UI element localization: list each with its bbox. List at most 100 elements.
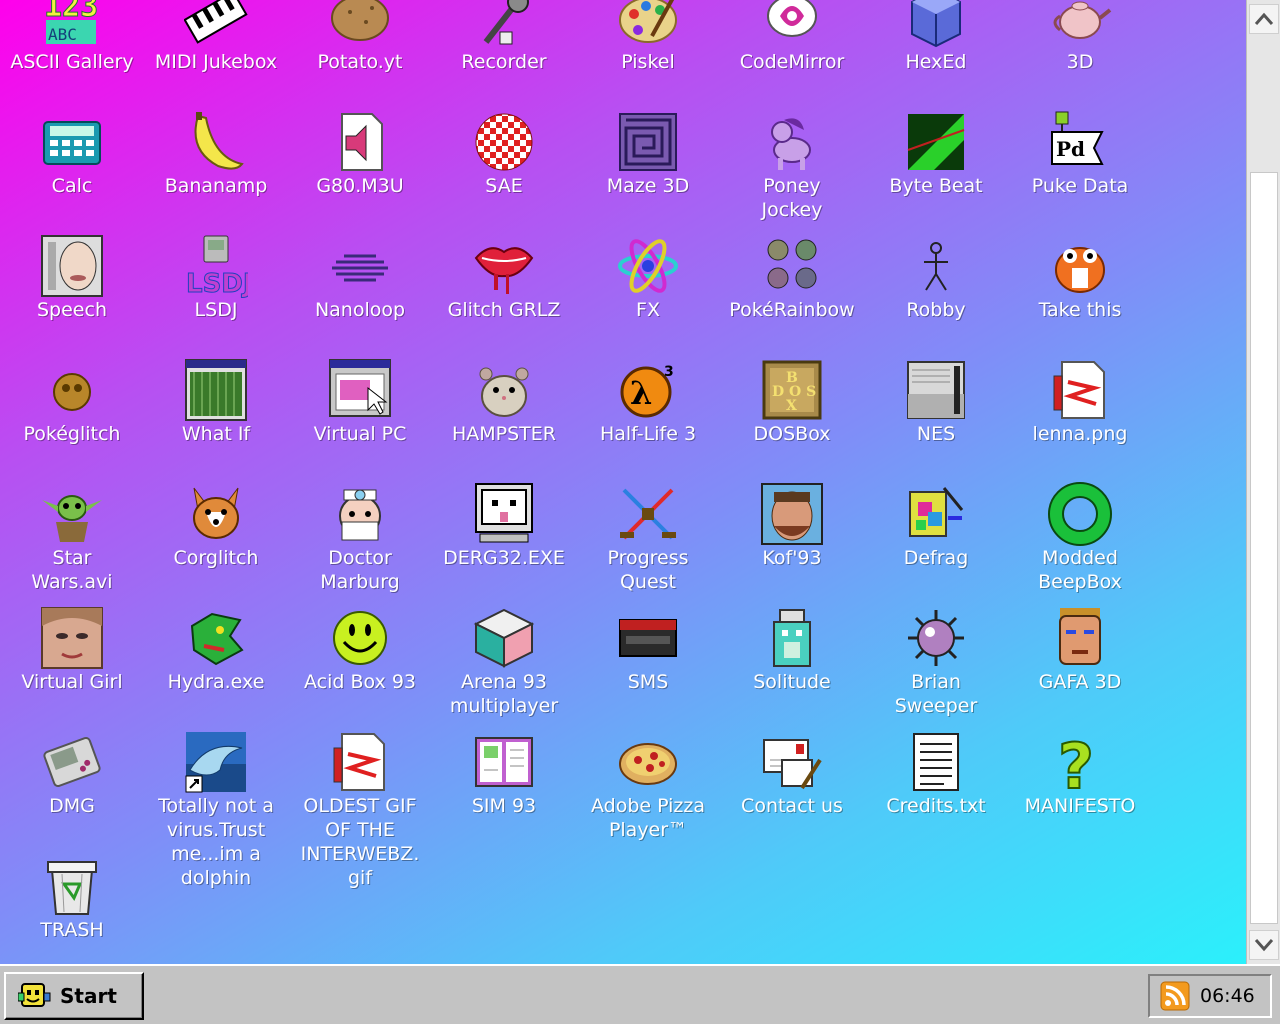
corgi-icon bbox=[184, 482, 248, 546]
desktop-icon[interactable]: Virtual PC bbox=[288, 358, 432, 446]
desktop-icon[interactable]: HexEd bbox=[864, 0, 1008, 74]
defrag-icon bbox=[904, 482, 968, 546]
desktop-icon-label: Acid Box 93 bbox=[303, 671, 417, 693]
rss-icon[interactable] bbox=[1160, 981, 1190, 1011]
desktop-icon[interactable]: Poney Jockey bbox=[720, 110, 864, 222]
desktop-icon[interactable]: Bananamp bbox=[144, 110, 288, 198]
midi-jukebox-icon bbox=[184, 0, 248, 50]
derg-computer-icon bbox=[472, 482, 536, 546]
start-button[interactable]: Start bbox=[4, 972, 144, 1020]
desktop-icon[interactable]: Maze 3D bbox=[576, 110, 720, 198]
desktop-icon[interactable]: NES bbox=[864, 358, 1008, 446]
desktop-icon[interactable]: λ 3 Half-Life 3 bbox=[576, 358, 720, 446]
desktop-icon-label: Credits.txt bbox=[886, 795, 986, 817]
desktop-icon[interactable]: Pokéglitch bbox=[0, 358, 144, 446]
desktop-icon[interactable]: GAFA 3D bbox=[1008, 606, 1152, 694]
desktop-icon[interactable]: Solitude bbox=[720, 606, 864, 694]
desktop-icon-label: OLDEST GIF OF THE INTERWEBZ. gif bbox=[300, 795, 420, 889]
desktop-icon[interactable]: 3D bbox=[1008, 0, 1152, 74]
pizza-icon bbox=[616, 730, 680, 794]
desktop-icon[interactable]: Virtual Girl bbox=[0, 606, 144, 694]
desktop-icon[interactable]: Kof'93 bbox=[720, 482, 864, 570]
desktop-icon[interactable]: Acid Box 93 bbox=[288, 606, 432, 694]
desktop-icon[interactable]: ? MANIFESTO bbox=[1008, 730, 1152, 818]
desktop-icon[interactable]: Hydra.exe bbox=[144, 606, 288, 694]
desktop-icon[interactable]: Adobe Pizza Player™ bbox=[576, 730, 720, 842]
desktop-icon[interactable]: Pd Puke Data bbox=[1008, 110, 1152, 198]
desktop-icon[interactable]: Robby bbox=[864, 234, 1008, 322]
desktop-icon[interactable]: Brian Sweeper bbox=[864, 606, 1008, 718]
desktop-icon-label: FX bbox=[636, 299, 660, 321]
desktop-icon[interactable]: OLDEST GIF OF THE INTERWEBZ. gif bbox=[288, 730, 432, 890]
desktop-icon[interactable]: Recorder bbox=[432, 0, 576, 74]
desktop-icon[interactable]: lenna.png bbox=[1008, 358, 1152, 446]
amiga-ball-icon bbox=[472, 110, 536, 174]
desktop-icon-label: 3D bbox=[1066, 51, 1094, 73]
scroll-down-button[interactable] bbox=[1249, 930, 1279, 960]
desktop-icon-label: Nanoloop bbox=[314, 299, 406, 321]
desktop-icon[interactable]: CodeMirror bbox=[720, 0, 864, 74]
desktop-icon[interactable]: What If bbox=[144, 358, 288, 446]
desktop-icon[interactable]: SIM 93 bbox=[432, 730, 576, 818]
lips-icon bbox=[472, 234, 536, 298]
desktop-icon[interactable]: BD O S X DOSBox bbox=[720, 358, 864, 446]
desktop-icon-label: Robby bbox=[906, 299, 966, 321]
desktop-icon-label: Modded BeepBox bbox=[1038, 547, 1122, 593]
desktop-icon[interactable]: Totally not a virus.Trust me...im a dolp… bbox=[144, 730, 288, 890]
desktop-icon[interactable]: MIDI Jukebox bbox=[144, 0, 288, 74]
desktop-icon[interactable]: Doctor Marburg bbox=[288, 482, 432, 594]
desktop-icon-label: TRASH bbox=[40, 919, 104, 941]
desktop-icon[interactable]: 123 ABC ASCII Gallery bbox=[0, 0, 144, 74]
desktop-icon[interactable]: Arena 93 multiplayer bbox=[432, 606, 576, 718]
desktop-icon[interactable]: DMG bbox=[0, 730, 144, 818]
desktop-icon[interactable]: Corglitch bbox=[144, 482, 288, 570]
microphone-icon bbox=[472, 0, 536, 50]
desktop-icon[interactable]: TRASH bbox=[0, 854, 144, 942]
desktop-scrollbar[interactable] bbox=[1246, 0, 1280, 964]
desktop-icon-label: SAE bbox=[485, 175, 523, 197]
question-mark-icon: ? bbox=[1048, 730, 1112, 794]
scroll-thumb[interactable] bbox=[1250, 172, 1278, 924]
speech-face-icon bbox=[40, 234, 104, 298]
svg-text:LSDJ: LSDJ bbox=[186, 269, 248, 298]
desktop-icon[interactable]: Byte Beat bbox=[864, 110, 1008, 198]
desktop-icon[interactable]: Contact us bbox=[720, 730, 864, 818]
green-ring-icon bbox=[1048, 482, 1112, 546]
desktop-icon[interactable]: HAMPSTER bbox=[432, 358, 576, 446]
desktop-icon-label: DMG bbox=[49, 795, 95, 817]
desktop-icon-label: DERG32.EXE bbox=[443, 547, 565, 569]
desktop-icon[interactable]: DERG32.EXE bbox=[432, 482, 576, 570]
taskbar: Start 06:46 bbox=[0, 964, 1280, 1024]
yoda-icon bbox=[40, 482, 104, 546]
desktop-icon[interactable]: Star Wars.avi bbox=[0, 482, 144, 594]
desktop-icon[interactable]: SAE bbox=[432, 110, 576, 198]
desktop-icon[interactable]: Glitch GRLZ bbox=[432, 234, 576, 322]
desktop-icon[interactable]: G80.M3U bbox=[288, 110, 432, 198]
desktop-icon-label: Calc bbox=[51, 175, 93, 197]
desktop: 123 ABC ASCII Gallery MIDI Jukebox Potato.yt… bbox=[0, 0, 1246, 964]
desktop-icon[interactable]: Nanoloop bbox=[288, 234, 432, 322]
desktop-icon-label: Poney Jockey bbox=[761, 175, 823, 221]
desktop-icon[interactable]: Defrag bbox=[864, 482, 1008, 570]
virtual-pc-icon bbox=[328, 358, 392, 422]
desktop-icon[interactable]: SMS bbox=[576, 606, 720, 694]
desktop-icon[interactable]: Modded BeepBox bbox=[1008, 482, 1152, 594]
smiley-icon bbox=[328, 606, 392, 670]
desktop-icon[interactable]: Take this bbox=[1008, 234, 1152, 322]
desktop-icon[interactable]: Progress Quest bbox=[576, 482, 720, 594]
nanoloop-icon bbox=[328, 234, 392, 298]
desktop-icon-label: CodeMirror bbox=[739, 51, 845, 73]
scroll-up-button[interactable] bbox=[1249, 4, 1279, 34]
desktop-icon[interactable]: Piskel bbox=[576, 0, 720, 74]
desktop-icon[interactable]: PokéRainbow bbox=[720, 234, 864, 322]
desktop-icon[interactable]: LSDJ LSDJ bbox=[144, 234, 288, 322]
desktop-icon[interactable]: Calc bbox=[0, 110, 144, 198]
desktop-icon-label: Adobe Pizza Player™ bbox=[590, 795, 706, 841]
desktop-icon[interactable]: Potato.yt bbox=[288, 0, 432, 74]
desktop-icon[interactable]: FX bbox=[576, 234, 720, 322]
desktop-icon[interactable]: Credits.txt bbox=[864, 730, 1008, 818]
gameboy-icon bbox=[40, 730, 104, 794]
desktop-icon[interactable]: Speech bbox=[0, 234, 144, 322]
desktop-icon-label: Star Wars.avi bbox=[31, 547, 113, 593]
calculator-icon bbox=[40, 110, 104, 174]
